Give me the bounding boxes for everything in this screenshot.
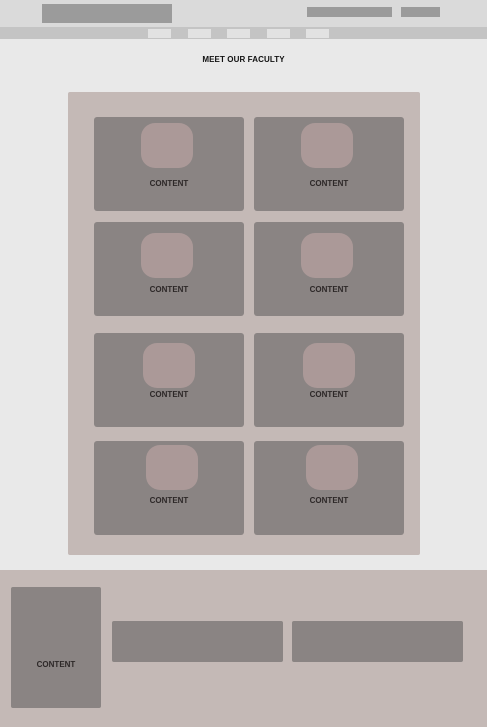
nav-item-5[interactable] [306, 29, 329, 38]
top-header [0, 0, 487, 27]
faculty-card-label: CONTENT [149, 179, 189, 188]
footer-content-card[interactable]: CONTENT [11, 587, 101, 708]
logo-placeholder[interactable] [42, 4, 172, 23]
avatar [306, 445, 358, 490]
faculty-card-label: CONTENT [149, 285, 189, 294]
faculty-card[interactable]: CONTENT [94, 117, 244, 211]
footer-card-label: CONTENT [36, 660, 76, 669]
header-button-placeholder[interactable] [401, 7, 440, 17]
avatar [303, 343, 355, 388]
avatar [141, 233, 193, 278]
nav-item-4[interactable] [267, 29, 290, 38]
faculty-card-label: CONTENT [309, 390, 349, 399]
faculty-card-label: CONTENT [149, 496, 189, 505]
header-link-placeholder[interactable] [307, 7, 392, 17]
footer: CONTENT [0, 570, 487, 727]
avatar [301, 233, 353, 278]
nav-item-2[interactable] [188, 29, 211, 38]
nav-item-1[interactable] [148, 29, 171, 38]
faculty-panel: CONTENT CONTENT CONTENT CONTENT CONTENT … [68, 92, 420, 555]
avatar [146, 445, 198, 490]
faculty-card[interactable]: CONTENT [254, 117, 404, 211]
nav-item-3[interactable] [227, 29, 250, 38]
faculty-card-label: CONTENT [309, 496, 349, 505]
faculty-card[interactable]: CONTENT [254, 333, 404, 427]
footer-placeholder-bar-1[interactable] [112, 621, 283, 662]
page-title: MEET OUR FACULTY [202, 55, 285, 64]
faculty-card-label: CONTENT [309, 285, 349, 294]
faculty-card[interactable]: CONTENT [94, 441, 244, 535]
avatar [141, 123, 193, 168]
faculty-card-label: CONTENT [309, 179, 349, 188]
faculty-card[interactable]: CONTENT [254, 441, 404, 535]
faculty-card[interactable]: CONTENT [94, 333, 244, 427]
faculty-card-label: CONTENT [149, 390, 189, 399]
faculty-card[interactable]: CONTENT [254, 222, 404, 316]
footer-placeholder-bar-2[interactable] [292, 621, 463, 662]
avatar [143, 343, 195, 388]
page: MEET OUR FACULTY CONTENT CONTENT CONTENT… [0, 0, 487, 727]
avatar [301, 123, 353, 168]
faculty-card[interactable]: CONTENT [94, 222, 244, 316]
nav-bar [0, 27, 487, 39]
